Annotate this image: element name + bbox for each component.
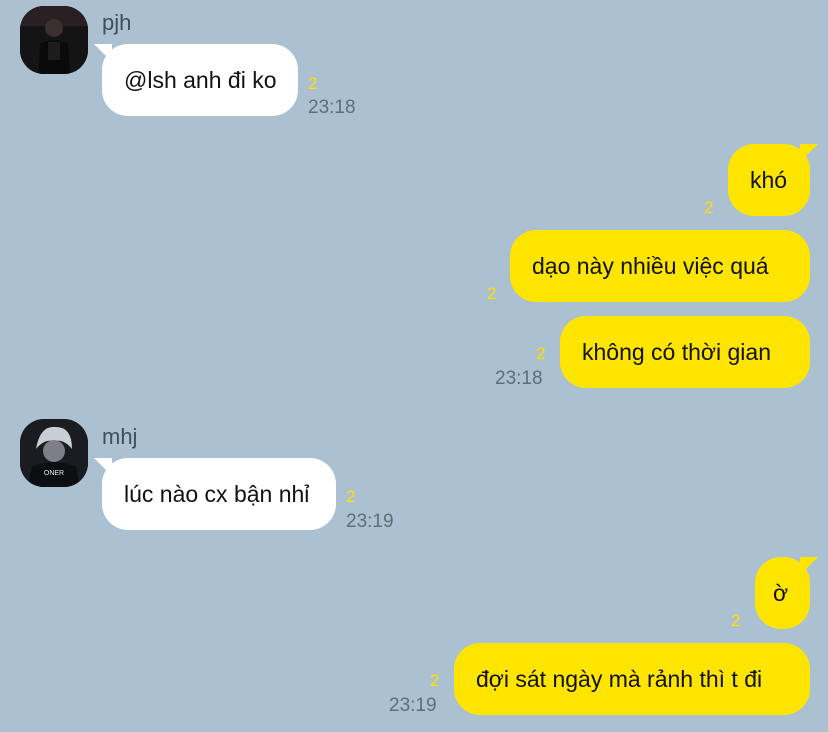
message-text: khó	[750, 167, 788, 193]
unread-count: 2	[704, 198, 714, 217]
unread-count: 2	[346, 487, 356, 506]
profile-photo-icon	[20, 6, 88, 74]
message-bubble-incoming[interactable]: @lsh anh đi ko	[94, 44, 298, 116]
avatar-caption: ONER	[44, 470, 64, 477]
message-text: ờ	[773, 580, 789, 606]
message-bubble-outgoing[interactable]: dạo này nhiều việc quá	[510, 230, 810, 302]
unread-count: 2	[731, 611, 741, 630]
avatar-pjh[interactable]	[20, 6, 88, 74]
unread-count: 2	[430, 671, 440, 690]
message-time: 23:19	[389, 695, 437, 716]
sender-name: mhj	[102, 424, 138, 449]
message-text: không có thời gian	[582, 339, 771, 365]
message-text: @lsh anh đi ko	[124, 67, 277, 93]
message-text: dạo này nhiều việc quá	[532, 253, 769, 279]
message-bubble-outgoing[interactable]: ờ	[755, 557, 818, 629]
unread-count: 2	[308, 74, 318, 93]
message-bubble-outgoing[interactable]: không có thời gian	[560, 316, 810, 388]
message-bubble-outgoing[interactable]: khó	[728, 144, 818, 216]
unread-count: 2	[536, 344, 546, 363]
message-bubble-outgoing[interactable]: đợi sát ngày mà rảnh thì t đi	[454, 643, 810, 715]
message-text: lúc nào cx bận nhỉ	[124, 481, 310, 507]
avatar-mhj[interactable]: ONER	[20, 419, 88, 487]
sender-name: pjh	[102, 10, 132, 35]
message-text: đợi sát ngày mà rảnh thì t đi	[476, 666, 763, 692]
message-time: 23:18	[495, 368, 543, 389]
message-bubble-incoming[interactable]: lúc nào cx bận nhỉ	[94, 458, 336, 530]
message-time: 23:19	[346, 511, 394, 532]
profile-photo-icon: ONER	[20, 419, 88, 487]
message-time: 23:18	[308, 97, 356, 118]
unread-count: 2	[487, 284, 497, 303]
